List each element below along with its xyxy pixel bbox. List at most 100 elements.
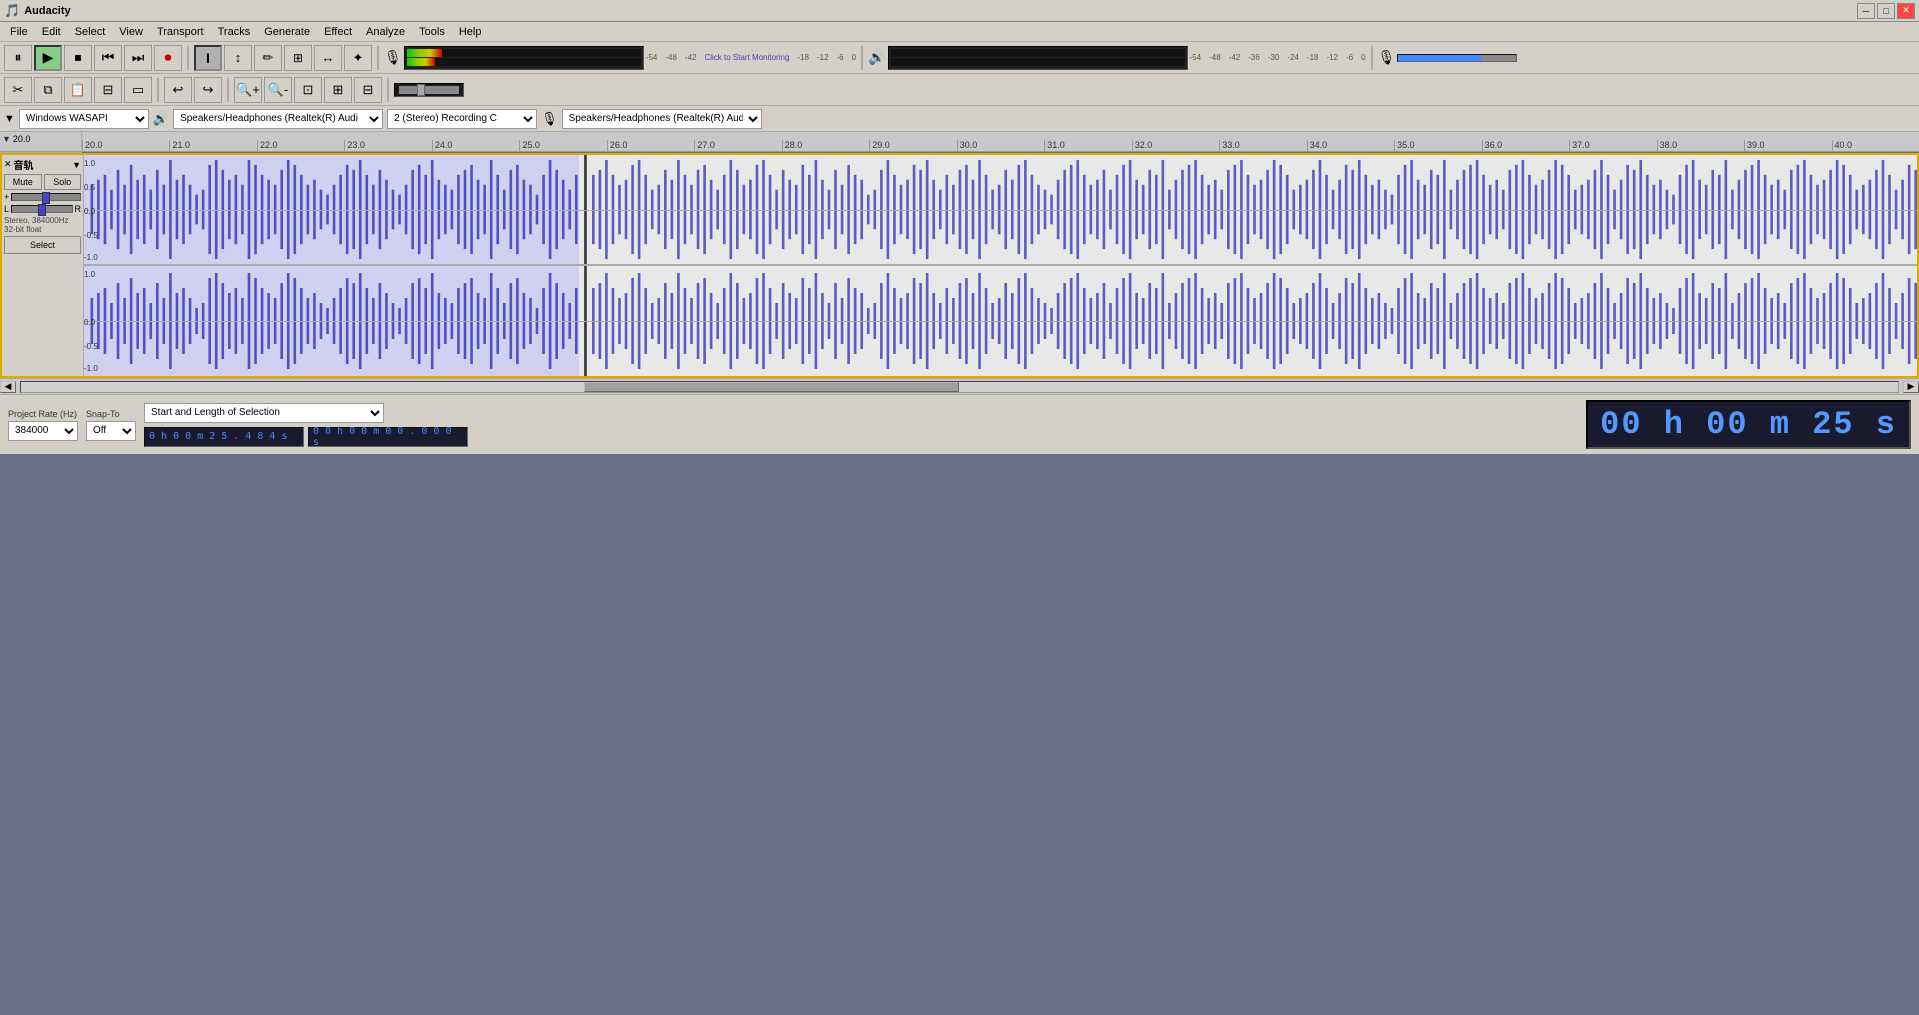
skip-end-button[interactable]: ⏭ [124,45,152,71]
waveform-lower: 1.0 0.0 -0.5 -1.0 [84,266,1917,376]
play-button[interactable]: ▶ [34,45,62,71]
menu-item-select[interactable]: Select [69,25,112,39]
menu-item-transport[interactable]: Transport [151,25,210,39]
gain-slider[interactable] [11,193,81,201]
skip-start-button[interactable]: ⏮ [94,45,122,71]
scroll-left-btn[interactable]: ◀ [0,381,16,393]
transport-toolbar: ⏸ ▶ ⏹ ⏮ ⏭ ⏺ I ↕ ✏ ⊞ ↔ ✦ 🎙 -54-48-42Click… [0,42,1919,74]
silence-button[interactable]: ▭ [124,77,152,103]
scroll-right-btn[interactable]: ▶ [1903,381,1919,393]
waveform-upper: 1.0 0.5 0.0 -0.5 -1.0 [84,155,1917,265]
copy-button[interactable]: ⧉ [34,77,62,103]
output-meter[interactable] [888,46,1188,70]
y-label-0.0-bottom: 0.0 [84,318,95,327]
cut-button[interactable]: ✂ [4,77,32,103]
zoom-reset-button[interactable]: ⊟ [354,77,382,103]
track-name: 音轨 [14,157,71,172]
channels-select[interactable]: 2 (Stereo) Recording C [387,109,537,129]
output-speaker-icon: 🔊 [868,49,885,66]
main-area: ▼ 20.0 20.021.022.023.024.025.026.027.02… [0,132,1919,454]
menu-item-tracks[interactable]: Tracks [212,25,257,39]
snap-to-select[interactable]: Off [86,421,136,441]
select-button[interactable]: Select [4,236,81,254]
menu-item-file[interactable]: File [4,25,34,39]
menu-item-view[interactable]: View [113,25,149,39]
zoom-sel-button[interactable]: ⊡ [294,77,322,103]
multi-tool[interactable]: ✦ [344,45,372,71]
minimize-button[interactable]: ─ [1857,3,1875,19]
selection-type-select[interactable]: Start and Length of Selection Start and … [144,403,384,423]
menu-item-analyze[interactable]: Analyze [360,25,411,39]
ruler-mark-29.0: 29.0 [869,140,890,151]
title-bar-left: 🎵 Audacity [4,3,71,19]
api-select[interactable]: Windows WASAPI [19,109,149,129]
ruler-mark-22.0: 22.0 [257,140,278,151]
output-device-select[interactable]: Speakers/Headphones (Realtek(R) Audi [173,109,383,129]
horizontal-scrollbar[interactable]: ◀ ▶ [0,378,1919,394]
speed-slider[interactable] [399,86,459,94]
ruler-mark-34.0: 34.0 [1307,140,1328,151]
click-to-monitor[interactable]: Click to Start Monitoring [704,53,789,62]
timeshift-tool[interactable]: ↔ [314,45,342,71]
input-volume-slider[interactable] [1397,54,1517,62]
timeline-ruler: 20.021.022.023.024.025.026.027.028.029.0… [82,132,1919,152]
mute-button[interactable]: Mute [4,174,42,190]
snap-value: 20.0 [13,134,31,144]
scrollbar-thumb[interactable] [584,382,959,392]
ruler-mark-20.0: 20.0 [82,140,103,151]
solo-button[interactable]: Solo [44,174,82,190]
selection-end-value[interactable]: 0 0 h 0 0 m 0 0 . 0 0 0 s [308,427,468,447]
record-button[interactable]: ⏺ [154,45,182,71]
project-rate-select[interactable]: 384000 [8,421,78,441]
zoom-fit-button[interactable]: ⊞ [324,77,352,103]
selection-group: Start and Length of Selection Start and … [144,403,468,447]
output-meter-right [891,58,1185,66]
pan-row: L R [4,204,81,214]
pause-button[interactable]: ⏸ [4,45,32,71]
ruler-mark-32.0: 32.0 [1132,140,1153,151]
menu-item-help[interactable]: Help [453,25,488,39]
input-meter[interactable] [404,46,644,70]
menu-item-edit[interactable]: Edit [36,25,67,39]
zoom-in-button[interactable]: 🔍+ [234,77,262,103]
redo-button[interactable]: ↪ [194,77,222,103]
undo-button[interactable]: ↩ [164,77,192,103]
scrollbar-track[interactable] [20,381,1899,393]
speaker-icon: 🔊 [153,111,169,127]
mic-icon2: 🎙 [541,111,558,127]
pan-slider[interactable] [11,205,72,213]
ruler-mark-21.0: 21.0 [169,140,190,151]
ruler-mark-28.0: 28.0 [782,140,803,151]
project-rate-group: Project Rate (Hz) 384000 [8,409,78,441]
zoom-out-button[interactable]: 🔍- [264,77,292,103]
close-button[interactable]: ✕ [1897,3,1915,19]
input-meter-right-fill [407,58,435,66]
separator2 [377,46,379,70]
menu-item-tools[interactable]: Tools [413,25,451,39]
menu-item-effect[interactable]: Effect [318,25,358,39]
separator3 [861,46,863,70]
title-bar: 🎵 Audacity ─ □ ✕ [0,0,1919,22]
paste-button[interactable]: 📋 [64,77,92,103]
ruler-mark-26.0: 26.0 [607,140,628,151]
track-header: ✕ 音轨 ▼ Mute Solo + L R Stereo, [2,155,84,376]
draw-tool[interactable]: ✏ [254,45,282,71]
maximize-button[interactable]: □ [1877,3,1895,19]
zoom-tool-btn[interactable]: ⊞ [284,45,312,71]
trim-button[interactable]: ⊟ [94,77,122,103]
track-collapse-btn[interactable]: ▼ [72,160,81,170]
menu-item-generate[interactable]: Generate [258,25,316,39]
track-info-stereo: Stereo, 384000Hz [4,216,81,225]
ruler-spacer: ▼ 20.0 [0,132,81,152]
stop-button[interactable]: ⏹ [64,45,92,71]
separator7 [387,78,389,102]
selection-tool[interactable]: I [194,45,222,71]
waveform-container[interactable]: 1.0 0.5 0.0 -0.5 -1.0 [84,155,1917,376]
edit-toolbar: ✂ ⧉ 📋 ⊟ ▭ ↩ ↪ 🔍+ 🔍- ⊡ ⊞ ⊟ [0,74,1919,106]
separator1 [187,46,189,70]
track-close-btn[interactable]: ✕ [4,159,12,170]
envelope-tool[interactable]: ↕ [224,45,252,71]
selection-start-value[interactable]: 0 h 0 0 m 2 5 . 4 8 4 s [144,427,304,447]
separator4 [1371,46,1373,70]
input-device-select[interactable]: Speakers/Headphones (Realtek(R) Aud [562,109,762,129]
